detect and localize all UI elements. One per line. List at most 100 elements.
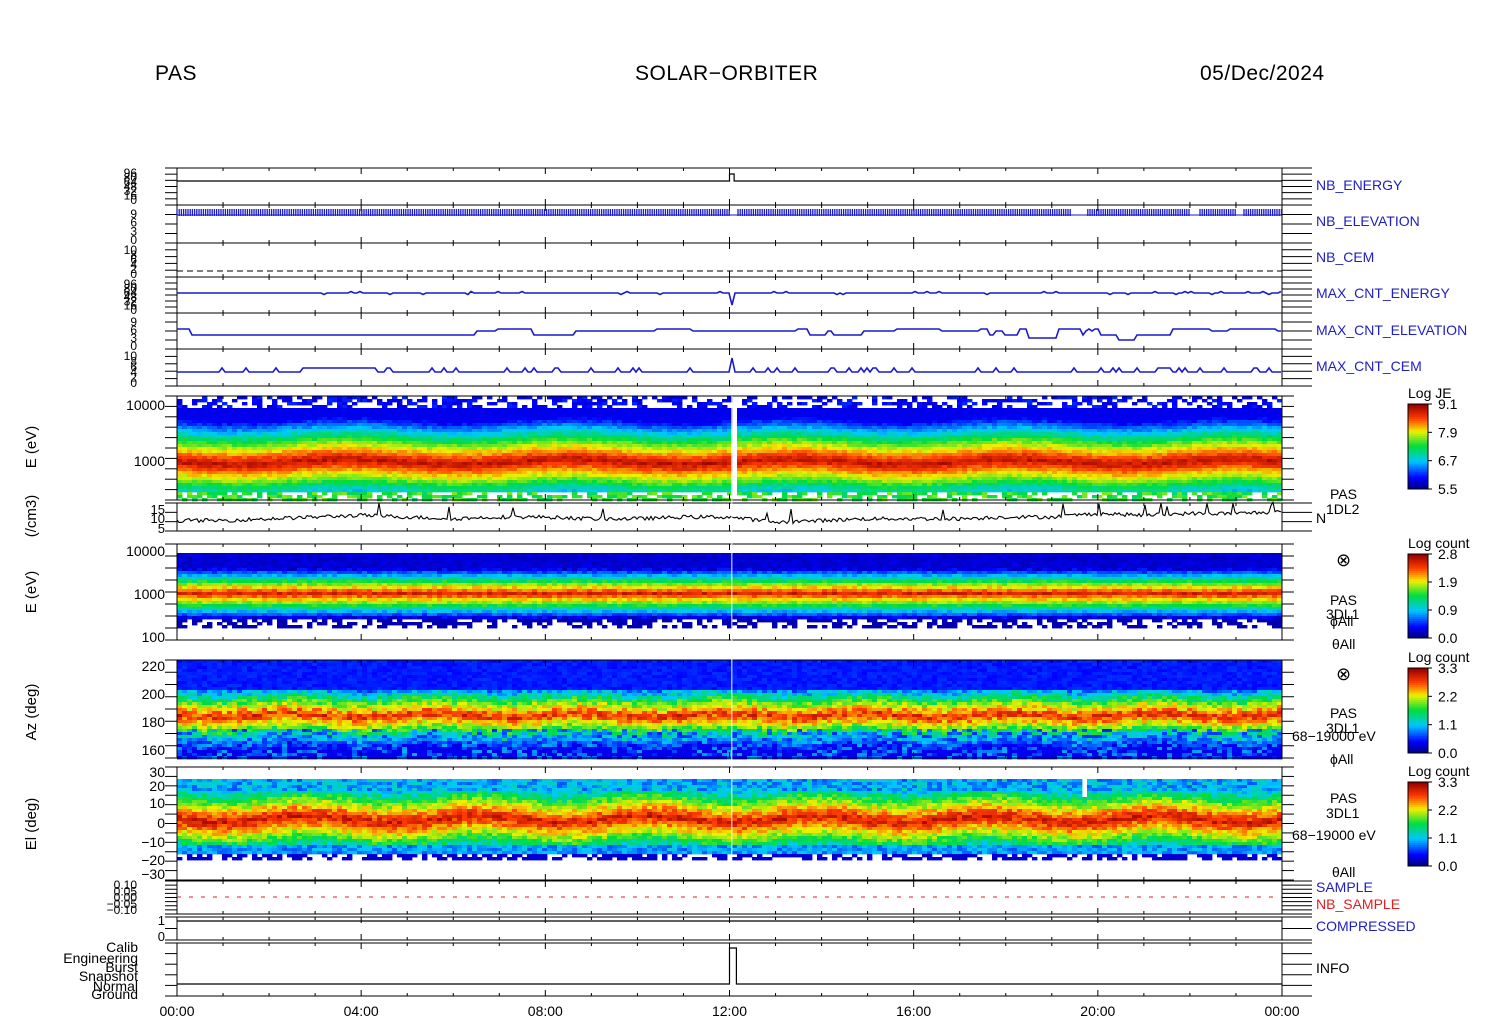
je-cell bbox=[542, 435, 548, 439]
je-cell bbox=[272, 435, 278, 439]
je-cell bbox=[807, 465, 813, 469]
je-cell bbox=[392, 492, 398, 496]
je-cell bbox=[327, 465, 333, 469]
je-cell bbox=[637, 444, 643, 448]
je-cell bbox=[717, 408, 723, 412]
je-cell bbox=[227, 471, 233, 475]
je-cell bbox=[407, 486, 413, 490]
je-cell bbox=[177, 489, 183, 493]
je-cell bbox=[522, 405, 528, 409]
je-cell bbox=[632, 441, 638, 445]
je-cell bbox=[207, 453, 213, 457]
je-cell bbox=[227, 432, 233, 436]
je-cell bbox=[262, 420, 268, 424]
je-cell bbox=[777, 453, 783, 457]
je-cell bbox=[797, 408, 803, 412]
je-cell bbox=[742, 480, 748, 484]
je-cell bbox=[632, 438, 638, 442]
je-cell bbox=[352, 408, 358, 412]
je-cell bbox=[527, 492, 533, 496]
je-cell bbox=[457, 423, 463, 427]
je-cell bbox=[237, 423, 243, 427]
je-cell bbox=[297, 495, 303, 499]
je-cell bbox=[797, 450, 803, 454]
je-cell bbox=[532, 420, 538, 424]
je-cell bbox=[537, 456, 543, 460]
je-cell bbox=[582, 456, 588, 460]
je-cell bbox=[707, 477, 713, 481]
je-cell bbox=[792, 447, 798, 451]
je-cell bbox=[492, 411, 498, 415]
je-cell bbox=[477, 444, 483, 448]
je-cell bbox=[677, 486, 683, 490]
je-cell bbox=[247, 456, 253, 460]
je-cell bbox=[272, 432, 278, 436]
je-cell bbox=[797, 447, 803, 451]
je-cell bbox=[617, 489, 623, 493]
je-cell bbox=[742, 453, 748, 457]
je-cell bbox=[457, 411, 463, 415]
je-cell bbox=[542, 426, 548, 430]
je-cell bbox=[632, 471, 638, 475]
je-cell bbox=[652, 411, 658, 415]
je-cell bbox=[222, 411, 228, 415]
je-cell bbox=[182, 411, 188, 415]
je-cell bbox=[692, 456, 698, 460]
je-cell bbox=[532, 495, 538, 499]
je-cell bbox=[447, 435, 453, 439]
je-cell bbox=[252, 411, 258, 415]
je-cell bbox=[282, 474, 288, 478]
je-cell bbox=[617, 408, 623, 412]
je-cell bbox=[522, 414, 528, 418]
je-cell bbox=[737, 468, 743, 472]
je-cell bbox=[777, 480, 783, 484]
je-cell bbox=[777, 444, 783, 448]
je-cell bbox=[792, 468, 798, 472]
je-cell bbox=[262, 411, 268, 415]
je-cell bbox=[742, 423, 748, 427]
je-cell bbox=[442, 411, 448, 415]
je-cell bbox=[497, 438, 503, 442]
je-cell bbox=[482, 429, 488, 433]
je-cell bbox=[287, 420, 293, 424]
je-cell bbox=[227, 465, 233, 469]
je-cell bbox=[587, 450, 593, 454]
je-cell bbox=[597, 462, 603, 466]
je-cell bbox=[492, 465, 498, 469]
je-cell bbox=[327, 462, 333, 466]
je-cell bbox=[422, 405, 428, 409]
je-cell bbox=[347, 420, 353, 424]
je-cell bbox=[407, 438, 413, 442]
je-cell bbox=[182, 456, 188, 460]
je-cell bbox=[377, 426, 383, 430]
je-cell bbox=[247, 441, 253, 445]
je-cell bbox=[402, 408, 408, 412]
je-cell bbox=[652, 480, 658, 484]
je-cell bbox=[762, 465, 768, 469]
je-cell bbox=[382, 480, 388, 484]
je-cell bbox=[337, 471, 343, 475]
je-cell bbox=[217, 405, 223, 409]
je-cell bbox=[667, 462, 673, 466]
je-cell bbox=[287, 447, 293, 451]
je-cell bbox=[267, 489, 273, 493]
je-cell bbox=[282, 429, 288, 433]
je-cell bbox=[742, 489, 748, 493]
je-cell bbox=[317, 411, 323, 415]
je-cell bbox=[537, 450, 543, 454]
je-cell bbox=[687, 420, 693, 424]
je-cell bbox=[432, 405, 438, 409]
je-cell bbox=[562, 399, 568, 403]
je-cell bbox=[362, 396, 368, 400]
je-cell bbox=[572, 477, 578, 481]
je-cell bbox=[702, 408, 708, 412]
je-cell bbox=[227, 468, 233, 472]
je-cell bbox=[812, 441, 818, 445]
je-cell bbox=[232, 453, 238, 457]
je-cell bbox=[682, 435, 688, 439]
je-cell bbox=[377, 489, 383, 493]
je-cell bbox=[622, 471, 628, 475]
je-cell bbox=[802, 453, 808, 457]
je-cell bbox=[592, 462, 598, 466]
je-cell bbox=[802, 471, 808, 475]
